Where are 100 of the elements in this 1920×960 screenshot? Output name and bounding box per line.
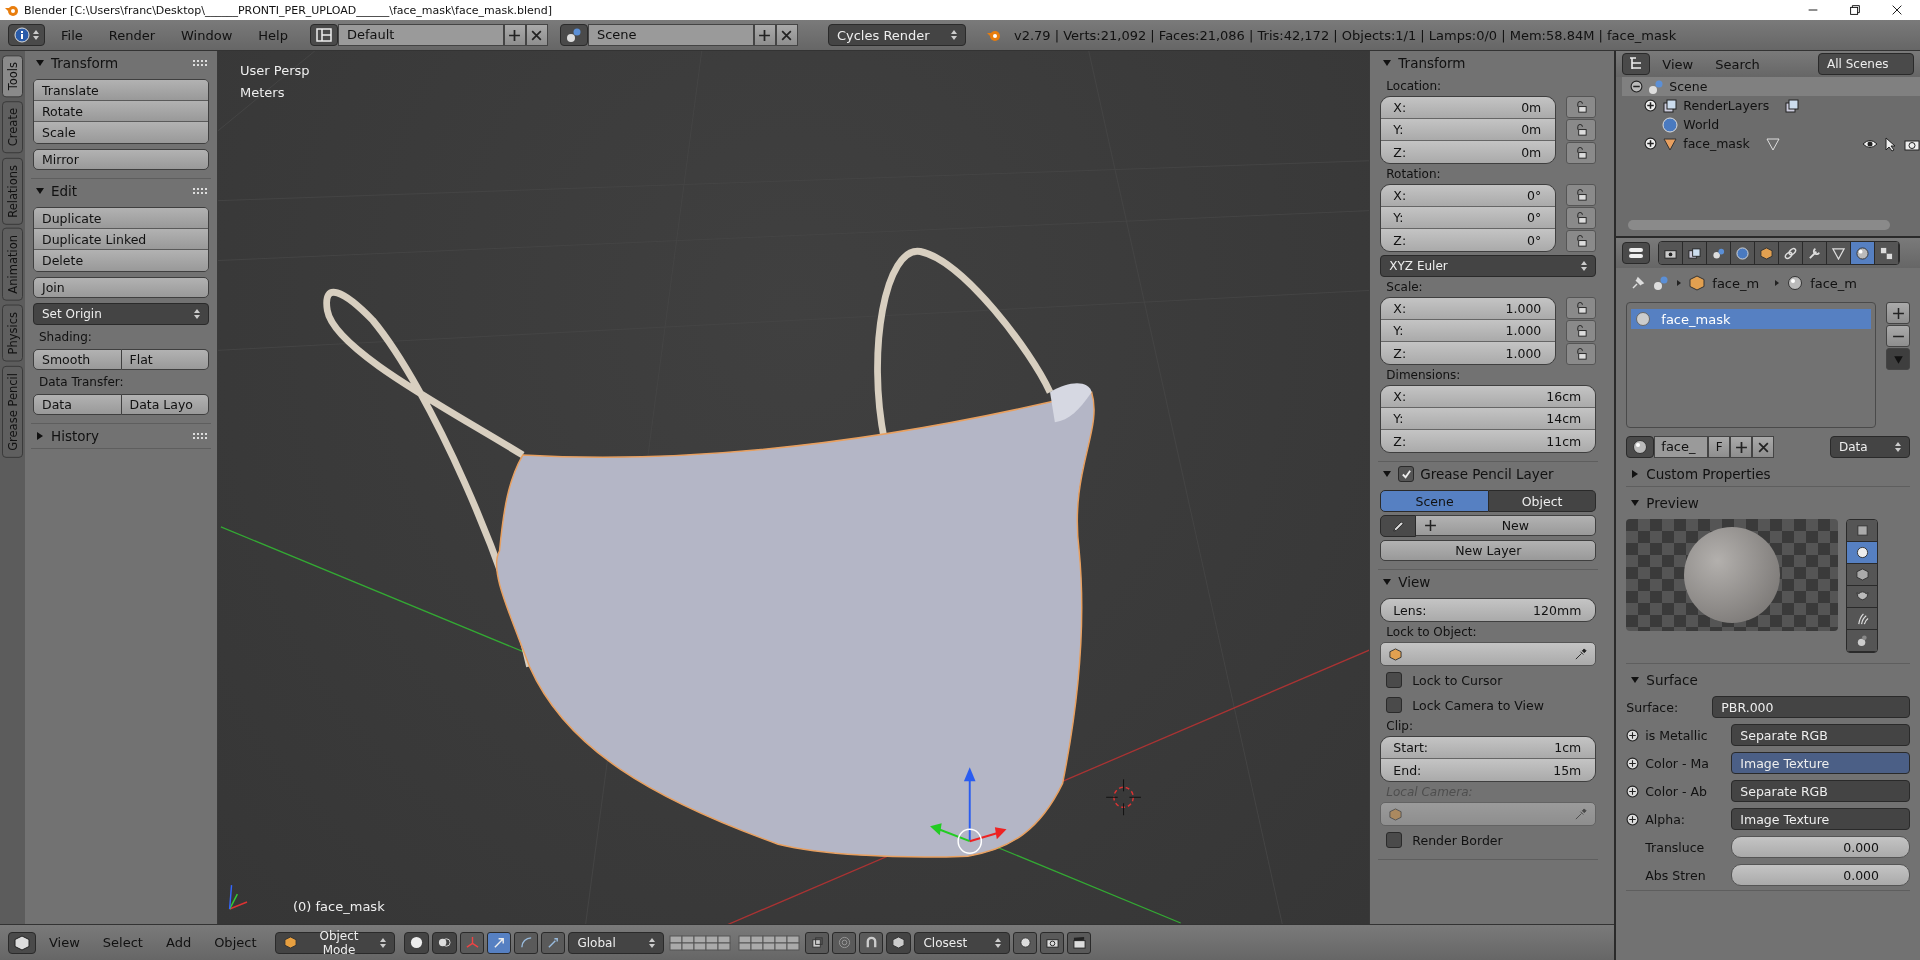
number-field[interactable]: Y: 14cm (1381, 408, 1596, 430)
expand-icon[interactable] (1626, 812, 1640, 826)
preview-shape-button[interactable] (1847, 542, 1878, 564)
new-button[interactable]: New (1416, 515, 1597, 536)
preview-shape-button[interactable] (1847, 520, 1878, 542)
scale-toggle[interactable] (541, 931, 566, 954)
rotation-mode-dropdown[interactable]: XYZ Euler (1380, 255, 1597, 277)
menu-item[interactable]: Search (1705, 56, 1770, 72)
number-field[interactable]: X: 1.000 (1381, 298, 1556, 320)
tool-button[interactable]: Duplicate Linked (34, 229, 208, 250)
menu-item[interactable]: Add (155, 935, 202, 950)
material-name-field[interactable]: face_ (1654, 436, 1709, 458)
number-field[interactable]: Y: 1.000 (1381, 320, 1556, 342)
delete-button[interactable] (775, 24, 798, 46)
number-field[interactable]: Z: 0m (1381, 141, 1556, 163)
object-field[interactable] (1380, 642, 1597, 666)
proportional-toggle[interactable] (832, 931, 857, 954)
number-field[interactable]: End: 15m (1381, 759, 1596, 781)
material-browse-button[interactable] (1626, 436, 1655, 458)
properties-tab[interactable] (1875, 242, 1900, 264)
lock-toggle[interactable] (1566, 207, 1597, 229)
properties-tab[interactable] (1683, 242, 1708, 264)
pivot-dropdown[interactable] (432, 931, 458, 954)
shader-node-selector[interactable]: PBR.000 (1712, 696, 1910, 718)
lock-toggle[interactable] (1566, 297, 1597, 319)
manipulator-toggle[interactable] (460, 931, 485, 954)
menu-item[interactable]: Window (171, 27, 243, 43)
material-slot[interactable]: face_mask (1631, 309, 1871, 329)
menu-item[interactable]: Render (98, 27, 166, 43)
outliner-row[interactable]: face_mask (1616, 134, 1920, 153)
number-field[interactable]: Z: 0° (1381, 229, 1556, 251)
pencil-select-button[interactable] (1380, 515, 1417, 537)
collapse-icon[interactable] (1630, 80, 1644, 93)
number-field[interactable]: 0.000 (1731, 836, 1910, 858)
rotate-toggle[interactable] (514, 931, 539, 954)
editor-type-button[interactable] (1622, 242, 1651, 264)
shading-dropdown[interactable] (404, 931, 430, 954)
number-field[interactable]: Y: 0m (1381, 119, 1556, 141)
number-field[interactable]: Lens: 120mm (1381, 599, 1596, 621)
lock-layers-toggle[interactable] (805, 931, 830, 954)
tool-button[interactable]: Rotate (34, 101, 208, 122)
render-viewport-button[interactable] (1040, 931, 1065, 954)
properties-tab[interactable] (1851, 242, 1876, 264)
tool-button[interactable]: Data (33, 394, 122, 415)
menu-item[interactable]: Object (204, 935, 267, 950)
expand-icon[interactable] (1644, 99, 1658, 112)
align-rotation-toggle[interactable] (1013, 931, 1038, 954)
expand-icon[interactable] (1626, 728, 1640, 742)
add-slot-button[interactable] (1886, 302, 1910, 324)
restore-icon[interactable] (1848, 3, 1862, 17)
unlink-button[interactable] (1752, 436, 1775, 458)
lock-toggle[interactable] (1566, 230, 1597, 252)
lock-toggle[interactable] (1566, 119, 1597, 141)
panel-header[interactable]: Grease Pencil Layer (1378, 462, 1599, 486)
editor-type-button[interactable] (8, 931, 36, 954)
add-button[interactable] (1730, 436, 1753, 458)
tool-button[interactable]: Scale (34, 122, 208, 143)
lock-toggle[interactable] (1566, 142, 1597, 164)
snap-target-dropdown[interactable]: Closest (914, 931, 1011, 954)
properties-tab[interactable] (1707, 242, 1732, 264)
checkbox[interactable]: Lock Camera to View (1380, 694, 1597, 716)
number-field[interactable]: X: 0m (1381, 97, 1556, 119)
menu-item[interactable]: View (1652, 56, 1704, 72)
number-field[interactable]: Start: 1cm (1381, 737, 1596, 759)
render-engine-dropdown[interactable]: Cycles Render (827, 24, 966, 46)
properties-tab[interactable] (1659, 242, 1684, 264)
preview-shape-button[interactable] (1847, 630, 1878, 652)
menu-item[interactable]: View (39, 935, 90, 950)
menu-item[interactable]: Help (248, 27, 298, 43)
linked-node-selector[interactable]: Image Texture (1731, 752, 1910, 774)
pin-icon[interactable] (1630, 275, 1647, 291)
number-field[interactable]: Z: 1.000 (1381, 342, 1556, 364)
3d-viewport[interactable]: User Persp Meters (0) face_mask (218, 51, 1370, 924)
properties-tab[interactable] (1827, 242, 1852, 264)
checkbox[interactable]: Render Border (1380, 829, 1597, 851)
checkbox[interactable]: Lock to Cursor (1380, 669, 1597, 691)
tool-button[interactable]: Mirror (33, 149, 209, 170)
layout-name-field[interactable]: Default (337, 24, 504, 46)
outliner-row[interactable]: World (1616, 115, 1920, 134)
tool-button[interactable]: Translate (34, 80, 208, 101)
expand-icon[interactable] (1626, 784, 1640, 798)
screen-layout-button[interactable] (309, 24, 338, 46)
properties-tab[interactable] (1803, 242, 1828, 264)
fake-user-button[interactable]: F (1708, 436, 1731, 458)
lock-toggle[interactable] (1566, 184, 1597, 206)
mode-dropdown[interactable]: Object Mode (275, 931, 396, 954)
delete-button[interactable] (525, 24, 548, 46)
add-button[interactable] (503, 24, 526, 46)
checkbox[interactable] (1398, 466, 1415, 482)
properties-tab[interactable] (1779, 242, 1804, 264)
tool-button[interactable]: Flat (121, 349, 209, 370)
toggle-option[interactable]: Object (1488, 490, 1597, 512)
lock-toggle[interactable] (1566, 320, 1597, 342)
number-field[interactable]: Y: 0° (1381, 207, 1556, 229)
linked-node-selector[interactable]: Image Texture (1731, 808, 1910, 830)
link-dropdown[interactable]: Data (1830, 436, 1910, 458)
snap-toggle[interactable] (859, 931, 884, 954)
scene-name-field[interactable]: Scene (587, 24, 754, 46)
set-origin-dropdown[interactable]: Set Origin (33, 303, 209, 325)
properties-tab[interactable] (1755, 242, 1780, 264)
